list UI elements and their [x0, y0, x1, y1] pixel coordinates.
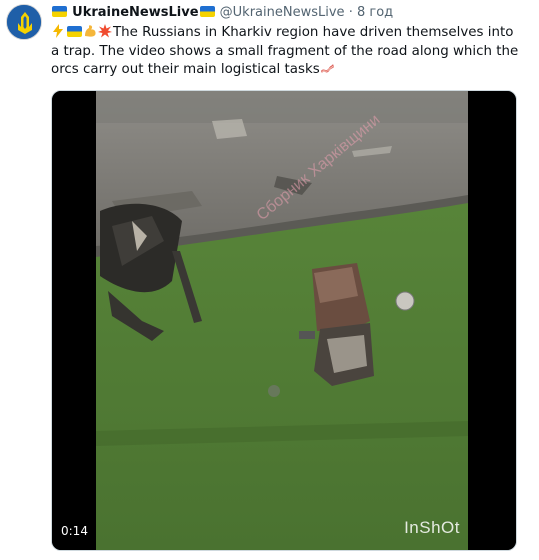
- tweet[interactable]: UkraineNewsLive @UkraineNewsLive · 8 год…: [0, 0, 539, 560]
- ukraine-flag-icon: [199, 6, 215, 17]
- video-frame: Сборник Харківщини: [52, 91, 516, 550]
- video-duration: 0:14: [61, 524, 88, 538]
- tweet-body: The Russians in Kharkiv region have driv…: [51, 25, 519, 77]
- inshot-watermark: InShOt: [404, 518, 460, 537]
- ukraine-coat-of-arms-icon: [7, 5, 41, 39]
- collision-icon: [98, 24, 112, 38]
- lightning-icon: [53, 24, 63, 38]
- tweet-timestamp[interactable]: 8 год: [357, 5, 393, 20]
- tweet-text: The Russians in Kharkiv region have driv…: [51, 24, 521, 80]
- user-handle[interactable]: @UkraineNewsLive: [220, 5, 345, 20]
- bacon-icon: [320, 64, 334, 73]
- ukraine-flag-icon: [67, 26, 82, 37]
- separator-dot: ·: [348, 5, 353, 20]
- display-name[interactable]: UkraineNewsLive: [72, 5, 198, 20]
- video-player[interactable]: Сборник Харківщини 0:14 InShOt: [51, 90, 517, 551]
- flexed-biceps-icon: [85, 25, 96, 37]
- ukraine-flag-icon: [52, 6, 67, 17]
- avatar[interactable]: [6, 4, 42, 40]
- tweet-header: UkraineNewsLive @UkraineNewsLive · 8 год: [51, 4, 529, 22]
